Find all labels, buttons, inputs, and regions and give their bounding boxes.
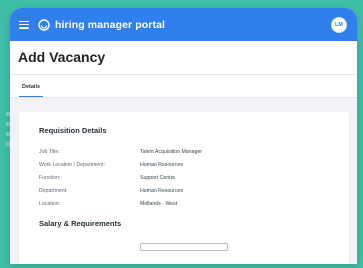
detail-row-work-location: Work Location / Department: Human Resour… [39, 158, 349, 171]
page-header: Add Vacancy [10, 41, 357, 75]
app-title: hiring manager portal [55, 18, 166, 31]
detail-row-department: Department: Human Resources [39, 184, 349, 197]
menu-icon[interactable] [19, 20, 29, 29]
detail-value: Support Centre [140, 174, 176, 181]
logo-icon [38, 18, 50, 31]
detail-label: Work Location / Department: [39, 161, 105, 168]
tab-bar: Details [10, 75, 357, 98]
detail-label: Department: [39, 187, 68, 194]
detail-value: Human Resources [140, 187, 183, 194]
detail-row-job-title: Job Title: Talent Acquisition Manager [39, 145, 349, 158]
detail-row-location: Location: Midlands - West [39, 197, 349, 210]
details-card: Requisition Details Job Title: Talent Ac… [19, 112, 349, 264]
detail-label: Job Title: [39, 148, 60, 155]
salary-input[interactable] [140, 243, 228, 251]
detail-value: Talent Acquisition Manager [140, 148, 202, 155]
app-window: hiring manager portal LM Add Vacancy Det… [10, 8, 357, 264]
user-avatar[interactable]: LM [331, 16, 347, 33]
salary-heading: Salary & Requirements [39, 219, 122, 228]
requisition-heading: Requisition Details [39, 126, 107, 135]
detail-value: Midlands - West [140, 200, 178, 207]
detail-label: Location: [39, 200, 61, 207]
field-label [39, 245, 140, 249]
detail-row-function: Function: Support Centre [39, 171, 349, 184]
salary-field-row [39, 243, 349, 251]
app-bar: hiring manager portal LM [10, 8, 357, 41]
detail-value: Human Resources [140, 161, 183, 168]
tab-details[interactable]: Details [19, 84, 44, 97]
page-title: Add Vacancy [18, 49, 106, 65]
detail-label: Function: [39, 174, 61, 181]
